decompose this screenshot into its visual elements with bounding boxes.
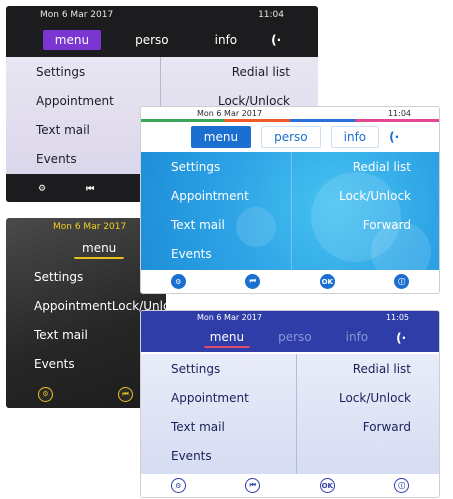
phone-screen-aqua-theme: Mon 6 Mar 2017 11:04 menu perso info (· … xyxy=(140,106,440,294)
history-softkey-icon[interactable]: ⏮ xyxy=(118,386,133,402)
menu-item-text-mail[interactable]: Text mail xyxy=(171,420,225,434)
tab-info[interactable]: info xyxy=(340,329,375,348)
menu-list: Settings Redial list Appointment Lock/Un… xyxy=(141,152,439,282)
status-date: Mon 6 Mar 2017 xyxy=(197,313,263,322)
menu-item-text-mail[interactable]: Text mail xyxy=(34,328,88,342)
status-bar: Mon 6 Mar 2017 11:05 xyxy=(141,311,439,324)
menu-row: Text mail Forward xyxy=(141,210,439,239)
menu-item-redial-list[interactable]: Redial list xyxy=(353,160,411,174)
menu-item-forward[interactable]: Forward xyxy=(363,218,411,232)
menu-item-events[interactable]: Events xyxy=(36,152,77,166)
status-date: Mon 6 Mar 2017 xyxy=(40,9,114,20)
settings-softkey-icon[interactable]: ⚙ xyxy=(170,478,186,493)
menu-item-appointment[interactable]: Appointment xyxy=(171,189,249,203)
status-time: 11:05 xyxy=(385,313,409,322)
menu-item-appointment[interactable]: Appointment xyxy=(171,391,249,405)
status-date: Mon 6 Mar 2017 xyxy=(53,221,127,232)
history-softkey-icon[interactable]: ⏮ xyxy=(245,274,261,289)
menu-item-redial-list[interactable]: Redial list xyxy=(232,65,290,79)
tab-perso[interactable]: perso xyxy=(272,329,318,348)
status-color-strip xyxy=(141,119,439,122)
tab-bar: menu perso info (· xyxy=(141,324,439,352)
menu-item-appointment[interactable]: Appointment xyxy=(36,94,114,108)
tab-perso[interactable]: perso xyxy=(261,126,321,148)
menu-item-lock-unlock[interactable]: Lock/Unlock xyxy=(339,391,411,405)
tab-info[interactable]: info xyxy=(330,126,380,148)
settings-softkey-icon[interactable]: ⚙ xyxy=(38,386,53,402)
status-time: 11:04 xyxy=(258,9,284,20)
ok-softkey-icon[interactable]: OK xyxy=(319,478,335,493)
status-bar: Mon 6 Mar 2017 11:04 xyxy=(6,6,318,23)
status-bar: Mon 6 Mar 2017 11:04 xyxy=(141,107,439,119)
tab-menu[interactable]: menu xyxy=(74,240,125,259)
status-date: Mon 6 Mar 2017 xyxy=(197,108,263,118)
tab-info[interactable]: info xyxy=(203,30,250,50)
menu-item-text-mail[interactable]: Text mail xyxy=(171,218,225,232)
menu-row: Settings Redial list xyxy=(141,354,439,383)
tab-bar: menu perso info (· xyxy=(6,28,318,52)
tab-menu[interactable]: menu xyxy=(203,329,251,348)
exit-icon[interactable]: (· xyxy=(271,33,281,47)
menu-row: Settings Redial list xyxy=(141,152,439,181)
softkey-bar: ⚙ ⏮ OK ⓘ xyxy=(141,474,439,497)
softkey-bar: ⚙ ⏮ OK ⓘ xyxy=(141,270,439,293)
menu-row: Settings Redial list xyxy=(6,57,318,86)
menu-item-text-mail[interactable]: Text mail xyxy=(36,123,90,137)
menu-row: Appointment Lock/Unlock xyxy=(141,181,439,210)
tab-menu[interactable]: menu xyxy=(190,126,252,148)
menu-row: Text mail Forward xyxy=(141,412,439,441)
tab-menu[interactable]: menu xyxy=(42,30,102,50)
menu-item-settings[interactable]: Settings xyxy=(36,65,85,79)
menu-item-settings[interactable]: Settings xyxy=(171,362,220,376)
menu-item-events[interactable]: Events xyxy=(34,357,75,371)
exit-icon[interactable]: (· xyxy=(389,130,399,144)
menu-list: Settings Redial list Appointment Lock/Un… xyxy=(141,354,439,474)
menu-row: Appointment Lock/Unlock xyxy=(141,383,439,412)
settings-softkey-icon[interactable]: ⚙ xyxy=(170,274,186,289)
tab-bar: menu perso info (· xyxy=(141,125,439,149)
status-time: 11:04 xyxy=(387,108,411,118)
menu-item-forward[interactable]: Forward xyxy=(363,420,411,434)
menu-row: Events xyxy=(141,441,439,470)
menu-item-settings[interactable]: Settings xyxy=(171,160,220,174)
menu-row: Events xyxy=(141,239,439,268)
history-softkey-icon[interactable]: ⏮ xyxy=(86,182,94,197)
menu-item-redial-list[interactable]: Redial list xyxy=(353,362,411,376)
history-softkey-icon[interactable]: ⏮ xyxy=(245,478,261,493)
menu-item-settings[interactable]: Settings xyxy=(34,270,83,284)
menu-item-events[interactable]: Events xyxy=(171,247,212,261)
exit-icon[interactable]: (· xyxy=(396,331,406,345)
info-softkey-icon[interactable]: ⓘ xyxy=(394,478,410,493)
settings-softkey-icon[interactable]: ⚙ xyxy=(38,182,46,197)
phone-screen-navy-theme: Mon 6 Mar 2017 11:05 menu perso info (· … xyxy=(140,310,440,498)
ok-softkey-icon[interactable]: OK xyxy=(319,274,335,289)
menu-item-appointment[interactable]: Appointment xyxy=(34,299,112,313)
tab-perso[interactable]: perso xyxy=(123,30,181,50)
info-softkey-icon[interactable]: ⓘ xyxy=(394,274,410,289)
menu-item-lock-unlock[interactable]: Lock/Unlock xyxy=(339,189,411,203)
menu-item-events[interactable]: Events xyxy=(171,449,212,463)
